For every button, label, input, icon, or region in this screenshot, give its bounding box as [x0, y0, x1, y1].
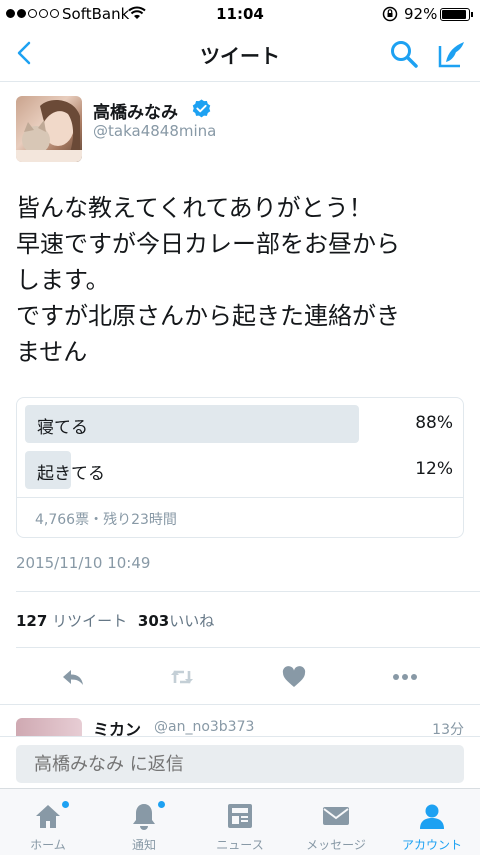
tab-label: アカウント [401, 838, 462, 852]
divider [16, 647, 480, 648]
reply-bar [0, 736, 480, 788]
tweet-text: 皆んな教えてくれてありがとう！ 早速ですが今日カレー部をお昼から します。 です… [16, 190, 468, 370]
notification-dot [158, 801, 165, 808]
poll-meta: 4,766票・残り23時間 [35, 512, 177, 528]
poll-option-label: 起きてる [37, 464, 105, 484]
tab-label: ニュース [216, 838, 264, 852]
home-icon [36, 805, 60, 828]
retweet-count-label[interactable]: リツイート [52, 612, 127, 630]
person-icon [420, 804, 444, 829]
reply-input[interactable] [16, 745, 464, 783]
tab-account[interactable]: アカウント [384, 789, 480, 855]
tweet-line: ですが北原さんから起きた連絡がき [16, 302, 400, 330]
tab-messages[interactable]: メッセージ [288, 789, 384, 855]
poll-option: 起きてる 12% [25, 451, 455, 489]
divider [16, 591, 480, 592]
poll-card: 寝てる 88% 起きてる 12% 4,766票・残り23時間 [16, 397, 464, 538]
like-count[interactable]: 303 [138, 612, 169, 630]
author-name[interactable]: 高橋みなみ [93, 98, 178, 123]
divider [17, 497, 463, 498]
retweet-count[interactable]: 127 [16, 612, 47, 630]
reply-icon[interactable] [60, 664, 86, 690]
tweet-timestamp: 2015/11/10 10:49 [16, 554, 151, 572]
tab-label: ホーム [30, 838, 66, 852]
rotation-lock-icon [382, 6, 398, 22]
tweet-actions [0, 660, 480, 694]
reply-author-handle[interactable]: @an_no3b373 [154, 719, 254, 735]
envelope-icon [323, 807, 349, 825]
bell-icon [133, 804, 155, 830]
status-bar: SoftBank 11:04 92% [0, 0, 480, 28]
verified-badge-icon [192, 99, 211, 118]
engagement-counts: 127 リツイート 303いいね [16, 610, 220, 631]
like-heart-icon[interactable] [281, 664, 307, 690]
tweet-line: 皆んな教えてくれてありがとう！ [16, 194, 373, 222]
tab-bar: ホーム 通知 ニュース メッセージ アカウント [0, 788, 480, 855]
tab-label: メッセージ [306, 838, 366, 852]
notification-dot [62, 801, 69, 808]
poll-option-percent: 12% [415, 459, 453, 479]
news-icon [228, 804, 252, 828]
compose-tweet-icon[interactable] [436, 38, 468, 70]
tab-notifications[interactable]: 通知 [96, 789, 192, 855]
retweet-icon[interactable] [169, 664, 195, 690]
header: ツイート [0, 28, 480, 82]
author-avatar[interactable] [16, 96, 82, 162]
tab-home[interactable]: ホーム [0, 789, 96, 855]
tweet-line: します。 [16, 266, 110, 294]
poll-option-percent: 88% [415, 413, 453, 433]
poll-option-label: 寝てる [37, 418, 88, 438]
battery-percent: 92% [404, 5, 438, 23]
like-count-label[interactable]: いいね [169, 612, 214, 630]
tab-label: 通知 [131, 838, 156, 852]
author-handle[interactable]: @taka4848mina [93, 122, 216, 140]
battery-icon [440, 8, 470, 21]
tweet-line: 早速ですが今日カレー部をお昼から [16, 230, 400, 258]
poll-option: 寝てる 88% [25, 405, 455, 443]
search-icon[interactable] [388, 38, 420, 70]
divider [0, 704, 480, 705]
more-options-icon[interactable] [392, 664, 418, 690]
tweet-line: ません [16, 338, 88, 366]
tab-news[interactable]: ニュース [192, 789, 288, 855]
